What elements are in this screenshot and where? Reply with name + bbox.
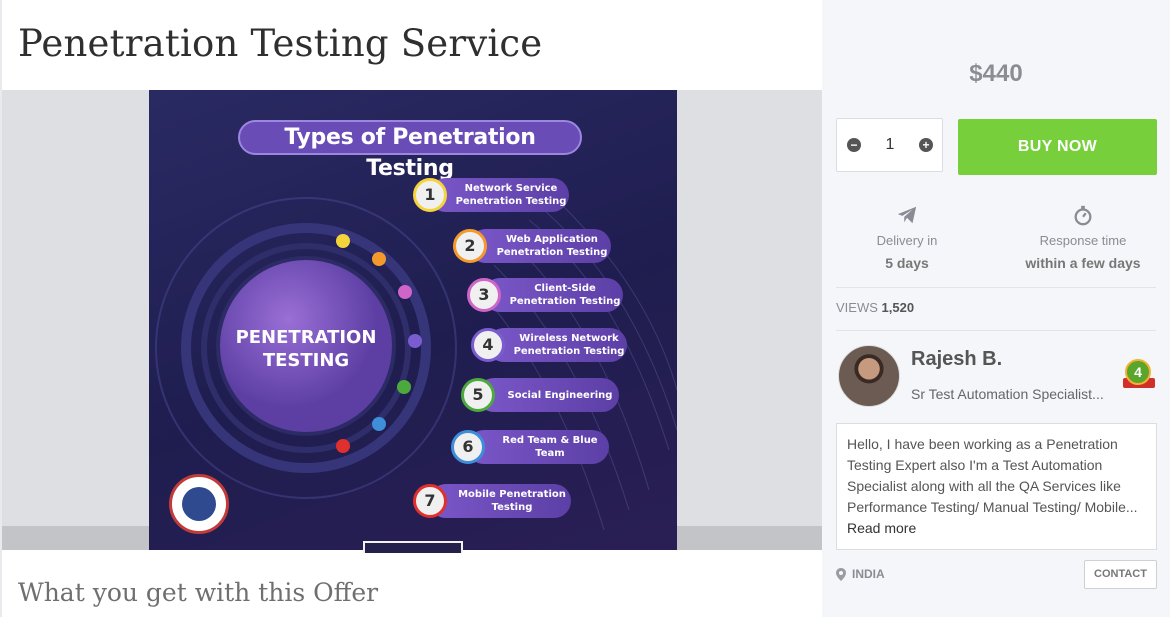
- infographic-item: Social Engineering: [477, 378, 619, 412]
- quantity-value[interactable]: 1: [881, 136, 899, 154]
- delivery-info: Delivery in 5 days: [822, 204, 992, 271]
- seller-location: INDIA: [836, 567, 885, 581]
- page: Penetration Testing Service Types of Pen…: [0, 0, 1170, 617]
- divider: [836, 330, 1156, 331]
- read-more-link[interactable]: Read more: [847, 520, 916, 536]
- dot-pink: [398, 285, 412, 299]
- delivery-label: Delivery in: [876, 233, 938, 248]
- infographic-item: Web Application Penetration Testing: [469, 229, 611, 263]
- paper-plane-icon: [897, 206, 917, 224]
- gallery-thumbnail[interactable]: [363, 541, 463, 553]
- infographic-item: Mobile Penetration Testing: [429, 484, 571, 518]
- infographic-heading: Types of Penetration Testing: [238, 120, 582, 181]
- response-info: Response time within a few days: [998, 204, 1168, 271]
- avatar[interactable]: [838, 345, 900, 407]
- infographic-item: Client-Side Penetration Testing: [483, 278, 623, 312]
- dot-purple: [408, 334, 422, 348]
- purchase-sidebar: $440 − 1 + BUY NOW Delivery in 5 days Re…: [822, 0, 1170, 617]
- infographic-item-number: 3: [467, 278, 501, 312]
- infographic-item: Red Team & Blue Team: [467, 430, 609, 464]
- dot-yellow: [336, 234, 350, 248]
- forensic-foundation-logo: [169, 474, 229, 534]
- dot-blue: [372, 417, 386, 431]
- infographic-item: Wireless Network Penetration Testing: [487, 328, 627, 362]
- response-value: within a few days: [1025, 255, 1141, 271]
- contact-button[interactable]: CONTACT: [1084, 560, 1157, 589]
- seller-name[interactable]: Rajesh B.: [911, 348, 1002, 371]
- views-count: VIEWS 1,520: [836, 300, 915, 315]
- delivery-value: 5 days: [885, 255, 929, 271]
- divider: [836, 287, 1156, 288]
- infographic-center-label: PENETRATION TESTING: [235, 327, 377, 371]
- infographic-item-number: 2: [453, 229, 487, 263]
- infographic-item-number: 7: [413, 484, 447, 518]
- infographic-item-number: 4: [471, 328, 505, 362]
- dot-red: [336, 439, 350, 453]
- plus-icon[interactable]: +: [919, 138, 933, 152]
- main-content: Penetration Testing Service Types of Pen…: [0, 0, 824, 617]
- seller-role: Sr Test Automation Specialist...: [911, 386, 1104, 402]
- price: $440: [969, 60, 1023, 87]
- offer-section-heading: What you get with this Offer: [18, 578, 379, 607]
- page-title: Penetration Testing Service: [18, 22, 543, 65]
- dot-green: [397, 380, 411, 394]
- image-gallery[interactable]: Types of Penetration Testing PENETRATION…: [2, 90, 824, 550]
- gallery-main-image[interactable]: Types of Penetration Testing PENETRATION…: [149, 90, 677, 550]
- quantity-stepper: − 1 +: [836, 118, 943, 172]
- infographic-item-number: 5: [461, 378, 495, 412]
- seller-level-badge: 4: [1125, 359, 1151, 385]
- dot-orange: [372, 252, 386, 266]
- infographic-item: Network Service Penetration Testing: [429, 178, 569, 212]
- seller-bio: Hello, I have been working as a Penetrat…: [836, 423, 1157, 550]
- infographic-item-number: 6: [451, 430, 485, 464]
- buy-now-button[interactable]: BUY NOW: [958, 119, 1157, 175]
- minus-icon[interactable]: −: [847, 138, 861, 152]
- stopwatch-icon: [1074, 205, 1092, 226]
- infographic-item-number: 1: [413, 178, 447, 212]
- location-pin-icon: [836, 567, 846, 581]
- response-label: Response time: [1039, 233, 1127, 248]
